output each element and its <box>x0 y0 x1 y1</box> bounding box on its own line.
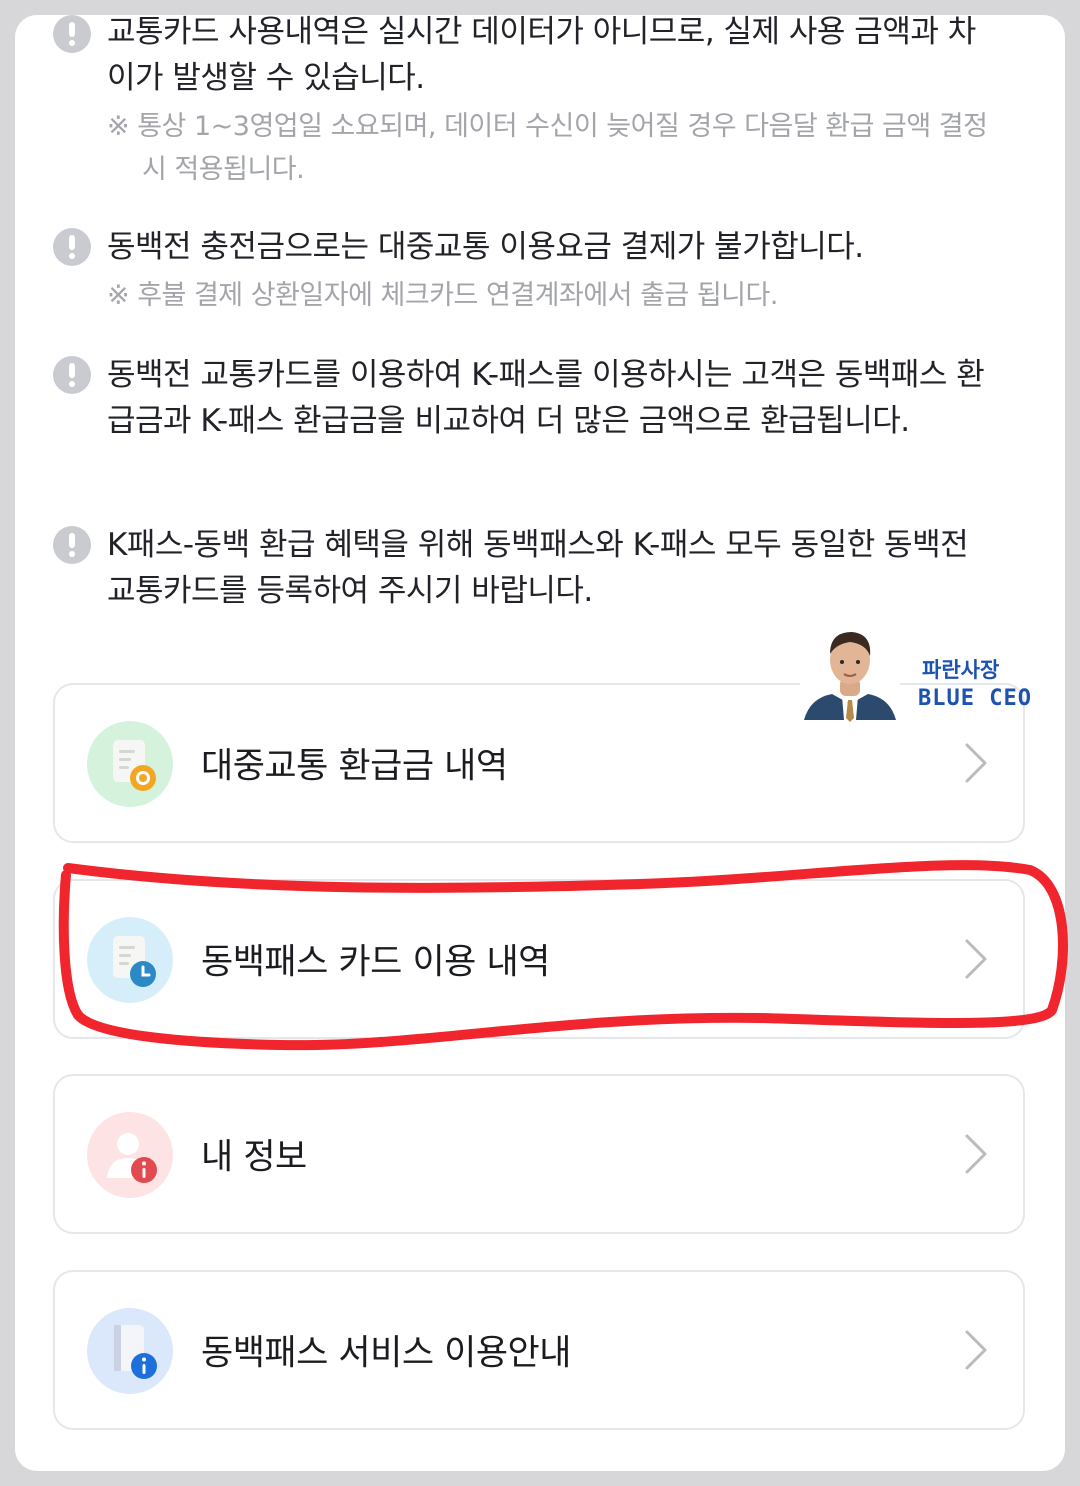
exclamation-icon <box>53 526 91 564</box>
watermark-title: 파란사장 <box>922 659 1000 682</box>
notice-item: 동백전 충전금으로는 대중교통 이용요금 결제가 불가합니다. ※ 후불 결제 … <box>53 228 993 317</box>
chevron-right-icon <box>965 743 987 783</box>
menu-label: 동백패스 서비스 이용안내 <box>201 1333 571 1374</box>
menu-label: 대중교통 환급금 내역 <box>201 746 508 787</box>
chevron-right-icon <box>965 1134 987 1174</box>
notice-text: K패스-동백 환급 혜택을 위해 동백패스와 K-패스 모두 동일한 동백전 교… <box>107 527 969 609</box>
service-guide-icon <box>87 1308 173 1394</box>
menu-my-info[interactable]: 내 정보 <box>53 1074 1025 1234</box>
menu-service-guide[interactable]: 동백패스 서비스 이용안내 <box>53 1270 1025 1430</box>
exclamation-icon <box>53 15 91 53</box>
notice-item: 동백전 교통카드를 이용하여 K-패스를 이용하시는 고객은 동백패스 환급금과… <box>53 356 993 444</box>
ceo-portrait-icon <box>800 620 900 728</box>
menu-label: 내 정보 <box>201 1137 307 1178</box>
notice-text: 교통카드 사용내역은 실시간 데이터가 아니므로, 실제 사용 금액과 차이가 … <box>107 15 976 96</box>
notice-subtext: ※ 후불 결제 상환일자에 체크카드 연결계좌에서 출금 됩니다. <box>107 280 778 311</box>
notice-text: 동백전 교통카드를 이용하여 K-패스를 이용하시는 고객은 동백패스 환급금과… <box>107 357 985 439</box>
notice-text: 동백전 충전금으로는 대중교통 이용요금 결제가 불가합니다. <box>107 229 864 265</box>
exclamation-icon <box>53 356 91 394</box>
menu-label: 동백패스 카드 이용 내역 <box>201 942 550 983</box>
app-screen: 교통카드 사용내역은 실시간 데이터가 아니므로, 실제 사용 금액과 차이가 … <box>15 15 1065 1471</box>
notice-item: 교통카드 사용내역은 실시간 데이터가 아니므로, 실제 사용 금액과 차이가 … <box>53 15 993 191</box>
watermark-subtitle: BLUE CEO <box>918 686 1032 711</box>
watermark-blue-ceo: 파란사장 BLUE CEO <box>790 620 1040 728</box>
notice-item: K패스-동백 환급 혜택을 위해 동백패스와 K-패스 모두 동일한 동백전 교… <box>53 526 993 614</box>
usage-history-icon <box>87 917 173 1003</box>
notice-subtext: ※ 통상 1~3영업일 소요되며, 데이터 수신이 늦어질 경우 다음달 환급 … <box>107 111 988 185</box>
refund-document-icon <box>87 721 173 807</box>
chevron-right-icon <box>965 1330 987 1370</box>
menu-card-usage-history[interactable]: 동백패스 카드 이용 내역 <box>53 879 1025 1039</box>
exclamation-icon <box>53 228 91 266</box>
user-info-icon <box>87 1112 173 1198</box>
chevron-right-icon <box>965 939 987 979</box>
